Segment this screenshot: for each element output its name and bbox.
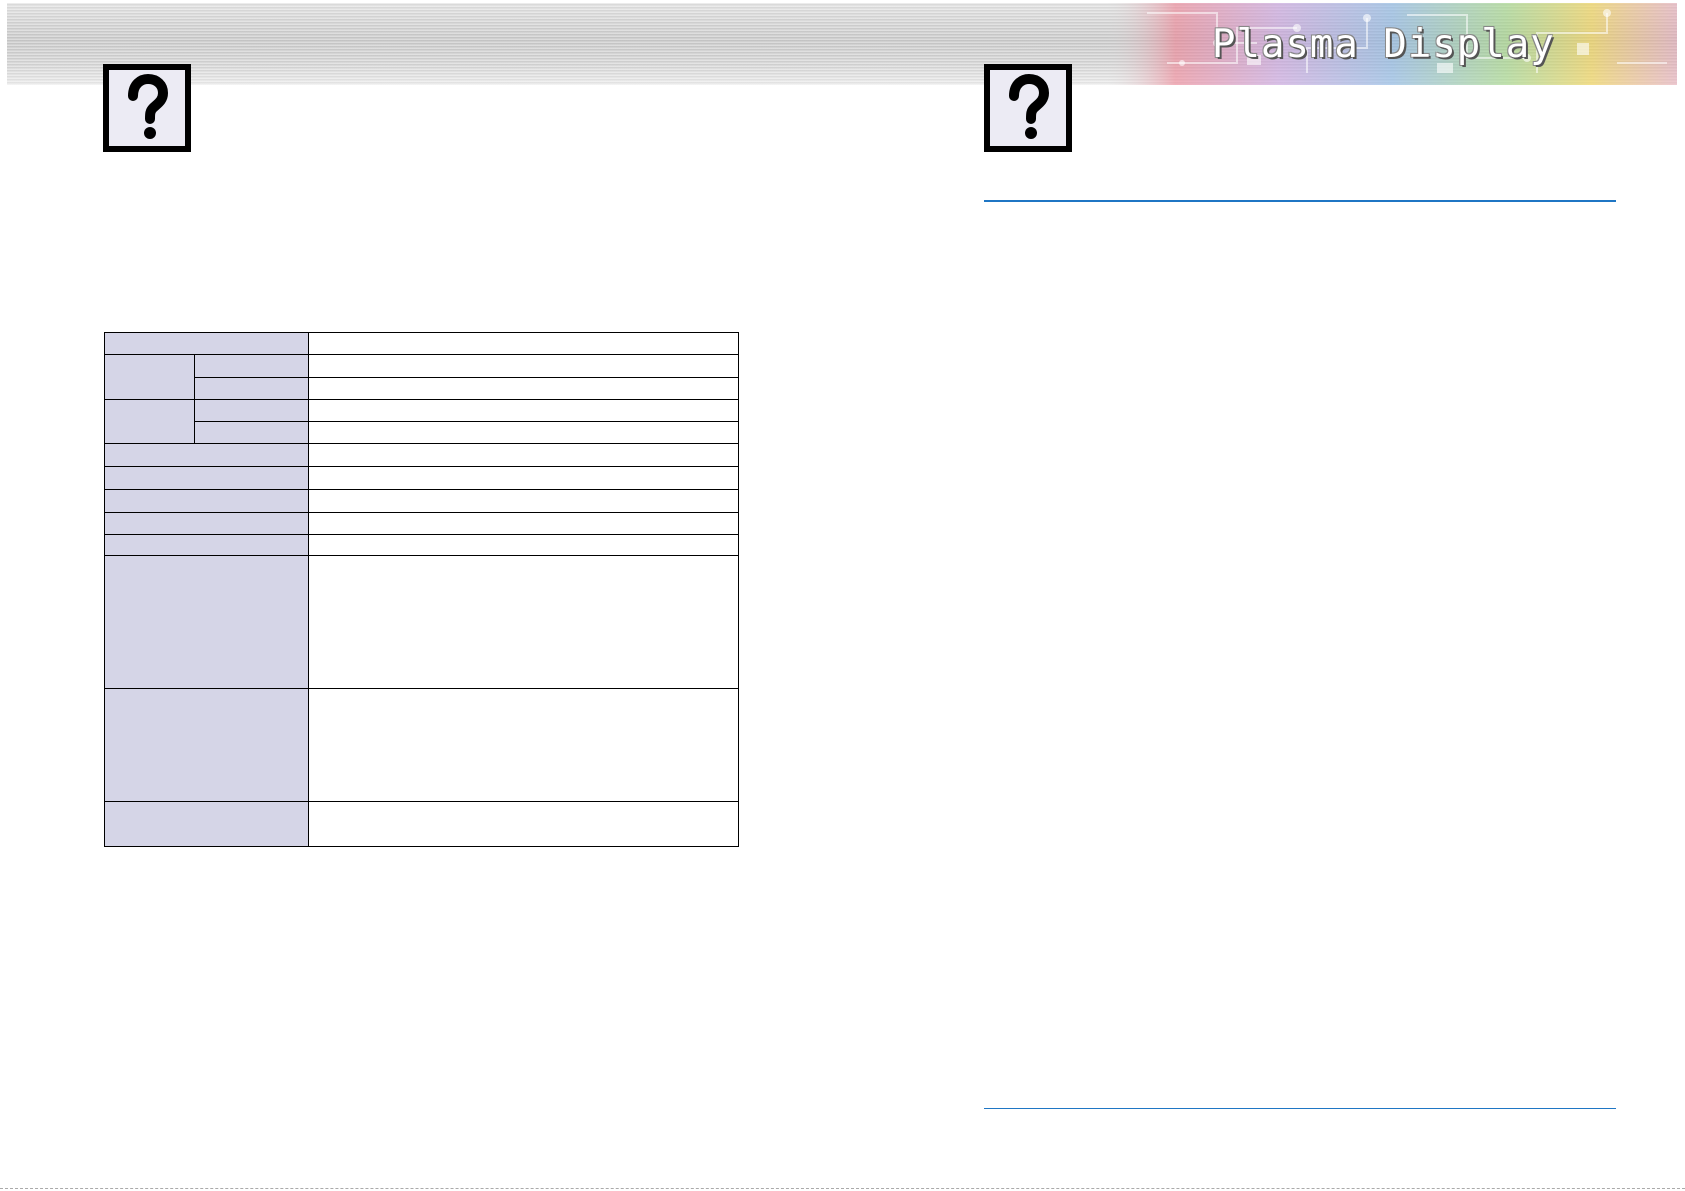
table-value-cell [308,555,739,689]
table-sublabel-cell [194,399,309,422]
table-value-cell [308,332,739,355]
table-row [104,399,739,444]
table-row [104,688,739,802]
specification-table [104,332,739,847]
table-value-cell [308,399,739,422]
table-label-cell [104,489,309,513]
table-label-cell [104,512,309,535]
question-mark-icon [984,64,1072,152]
table-sublabel-cell [194,377,309,400]
table-value-cell [308,354,739,378]
table-row [104,354,739,400]
table-label-cell [104,555,309,689]
table-label-cell [104,688,309,802]
section-divider [984,200,1616,202]
table-label-cell [104,801,309,847]
table-row [104,466,739,490]
table-sublabel-cell [194,354,309,378]
table-sublabel-cell [194,421,309,444]
footer-divider [984,1108,1616,1109]
table-label-cell [104,332,309,355]
table-row [104,534,739,556]
table-value-cell [308,534,739,556]
table-value-cell [308,688,739,802]
table-value-cell [308,489,739,513]
table-label-cell [104,466,309,490]
table-group-label-cell [104,399,195,444]
table-value-cell [308,443,739,467]
table-value-cell [308,377,739,400]
table-row [104,443,739,467]
table-label-cell [104,443,309,467]
table-group-label-cell [104,354,195,400]
table-row [105,421,739,444]
table-value-cell [308,801,739,847]
table-value-cell [308,421,739,444]
table-row [104,512,739,535]
question-mark-icon [103,64,191,152]
table-row [104,801,739,847]
table-label-cell [104,534,309,556]
table-row [104,489,739,513]
page-footer-line [0,1188,1685,1189]
table-row [104,555,739,689]
table-row [104,332,739,355]
brand-title: Plasma Display [1212,22,1555,67]
table-value-cell [308,466,739,490]
table-value-cell [308,512,739,535]
table-row [105,377,739,400]
